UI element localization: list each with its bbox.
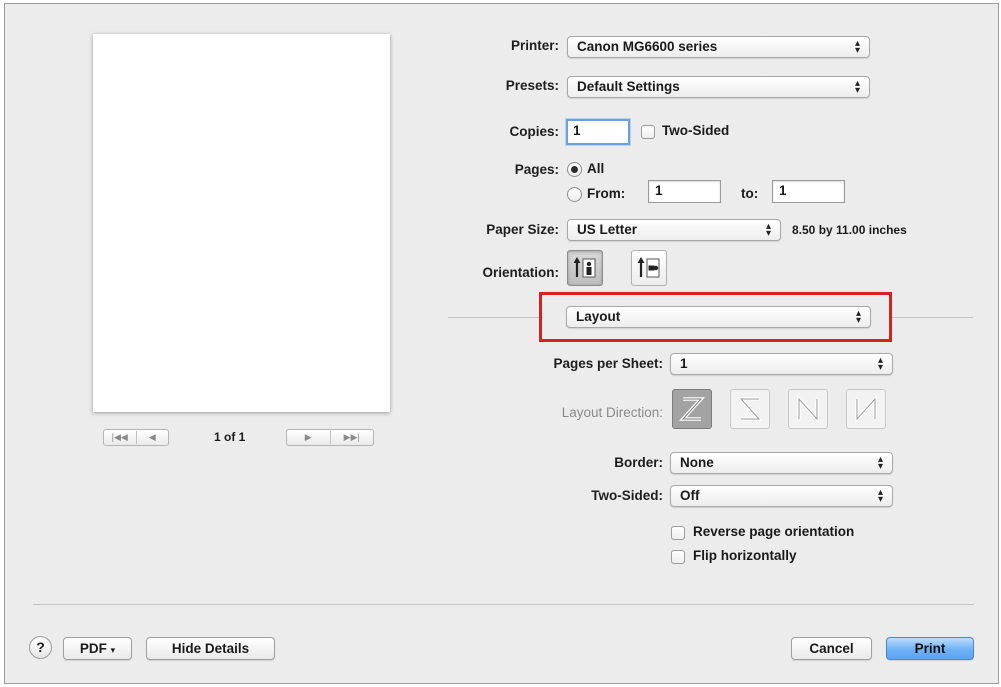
- print-button[interactable]: Print: [886, 637, 974, 660]
- layout-direction-label: Layout Direction:: [561, 405, 663, 420]
- border-label: Border:: [614, 455, 663, 470]
- pages-to-field[interactable]: 1: [772, 180, 845, 203]
- preview-forward-buttons[interactable]: ▶ ▶▶|: [286, 429, 374, 446]
- layout-direction-s-button: [730, 389, 770, 429]
- two-sided-value: Off: [680, 488, 700, 503]
- landscape-orientation-icon: [637, 257, 660, 278]
- portrait-orientation-icon: [573, 257, 596, 278]
- pages-to-label: to:: [741, 186, 759, 201]
- printer-value: Canon MG6600 series: [577, 39, 718, 54]
- chevron-down-icon: ▾: [110, 645, 116, 655]
- presets-label: Presets:: [505, 78, 559, 93]
- section-separator-right: [889, 317, 973, 318]
- cancel-label: Cancel: [809, 641, 854, 656]
- footer-separator: [33, 604, 974, 605]
- copies-field[interactable]: 1: [566, 119, 630, 145]
- up-down-arrows-icon: ▴ ▾: [877, 454, 883, 472]
- two-sided-popup[interactable]: Off ▴ ▾: [670, 485, 893, 507]
- section-separator-left: [448, 317, 543, 318]
- border-value: None: [680, 455, 714, 470]
- page-preview: [93, 34, 390, 412]
- next-page-icon[interactable]: ▶: [287, 432, 330, 443]
- pages-per-sheet-label: Pages per Sheet:: [553, 356, 663, 371]
- preview-back-buttons[interactable]: |◀◀ ◀: [103, 429, 169, 446]
- layout-z-icon: [679, 397, 705, 421]
- up-down-arrows-icon: ▴ ▾: [854, 38, 860, 56]
- presets-value: Default Settings: [577, 79, 680, 94]
- up-down-arrows-icon: ▴ ▾: [765, 221, 771, 239]
- border-popup[interactable]: None ▴ ▾: [670, 452, 893, 474]
- paper-size-value: US Letter: [577, 222, 638, 237]
- layout-s-icon: [737, 397, 763, 421]
- print-label: Print: [914, 641, 946, 656]
- pages-label: Pages:: [514, 162, 559, 177]
- pages-per-sheet-popup[interactable]: 1 ▴ ▾: [670, 353, 893, 375]
- printer-popup[interactable]: Canon MG6600 series ▴ ▾: [567, 36, 870, 58]
- layout-direction-n-button: [788, 389, 828, 429]
- two-sided-setting-label: Two-Sided:: [591, 488, 663, 503]
- pdf-button[interactable]: PDF ▾: [63, 637, 132, 660]
- pages-from-label: From:: [587, 186, 626, 201]
- pages-from-radio[interactable]: [567, 187, 582, 202]
- printer-label: Printer:: [510, 38, 559, 53]
- pages-from-field[interactable]: 1: [648, 180, 721, 203]
- cancel-button[interactable]: Cancel: [791, 637, 872, 660]
- last-page-icon[interactable]: ▶▶|: [331, 432, 374, 443]
- portrait-orientation-button[interactable]: [567, 250, 603, 286]
- orientation-label: Orientation:: [482, 265, 560, 280]
- hide-details-button[interactable]: Hide Details: [146, 637, 275, 660]
- reverse-orientation-label: Reverse page orientation: [693, 524, 855, 539]
- reverse-orientation-checkbox[interactable]: [671, 526, 685, 540]
- paper-dimensions: 8.50 by 11.00 inches: [792, 223, 907, 237]
- highlight-box: [539, 292, 892, 342]
- hide-details-label: Hide Details: [171, 641, 250, 656]
- previous-page-icon[interactable]: ◀: [137, 432, 169, 443]
- page-indicator: 1 of 1: [214, 430, 246, 444]
- landscape-orientation-button[interactable]: [631, 250, 667, 286]
- help-icon: ?: [36, 639, 45, 655]
- up-down-arrows-icon: ▴ ▾: [877, 355, 883, 373]
- pdf-label: PDF: [79, 641, 107, 656]
- layout-direction-z-button: [672, 389, 712, 429]
- flip-horizontally-checkbox[interactable]: [671, 550, 685, 564]
- pages-all-label: All: [587, 161, 605, 176]
- layout-n-icon: [797, 394, 819, 424]
- two-sided-checkbox[interactable]: [641, 125, 655, 139]
- copies-label: Copies:: [509, 124, 559, 139]
- layout-n-reverse-icon: [855, 394, 877, 424]
- layout-direction-n-reverse-button: [846, 389, 886, 429]
- up-down-arrows-icon: ▴ ▾: [854, 78, 860, 96]
- print-dialog: |◀◀ ◀ 1 of 1 ▶ ▶▶| Printer: Canon MG6600 s…: [4, 3, 999, 684]
- paper-size-popup[interactable]: US Letter ▴ ▾: [567, 219, 781, 241]
- flip-horizontally-label: Flip horizontally: [693, 548, 797, 563]
- paper-size-label: Paper Size:: [486, 222, 559, 237]
- pages-per-sheet-value: 1: [680, 356, 688, 371]
- up-down-arrows-icon: ▴ ▾: [877, 487, 883, 505]
- first-page-icon[interactable]: |◀◀: [104, 432, 136, 443]
- two-sided-label: Two-Sided: [662, 123, 730, 138]
- pages-all-radio[interactable]: [567, 162, 582, 177]
- help-button[interactable]: ?: [29, 636, 52, 659]
- presets-popup[interactable]: Default Settings ▴ ▾: [567, 76, 870, 98]
